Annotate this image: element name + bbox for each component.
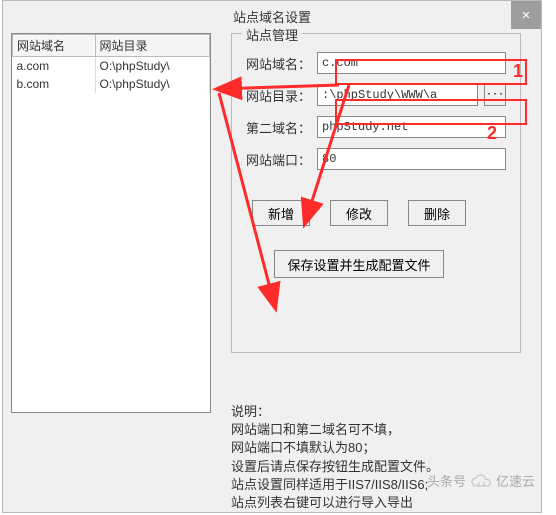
table-row[interactable]: a.com O:\phpStudy\ — [13, 57, 210, 76]
modify-button[interactable]: 修改 — [330, 200, 388, 226]
note-line: 站点列表右键可以进行导入导出 — [231, 494, 533, 512]
table-header-row: 网站域名 网站目录 — [13, 35, 210, 57]
watermark: 头条号 亿速云 — [427, 471, 535, 490]
col-domain[interactable]: 网站域名 — [13, 35, 96, 57]
second-domain-label: 第二域名： — [246, 118, 311, 137]
note-line: 网站端口和第二域名可不填， — [231, 421, 533, 439]
dialog-title: 站点域名设置 — [233, 7, 311, 26]
watermark-brand: 亿速云 — [496, 471, 535, 490]
table-row[interactable]: b.com O:\phpStudy\ — [13, 75, 210, 93]
site-admin-group: 站点管理 网站域名： 网站目录： ··· 第二域名： 网站端口： — [231, 33, 521, 353]
note-line: 说明： — [231, 403, 533, 421]
notes-block: 说明： 网站端口和第二域名可不填， 网站端口不填默认为80； 设置后请点保存按钮… — [231, 403, 533, 512]
close-button[interactable]: × — [511, 1, 541, 29]
note-line: 网站端口不填默认为80； — [231, 439, 533, 457]
domain-table[interactable]: 网站域名 网站目录 a.com O:\phpStudy\ b.com O:\ph… — [11, 33, 211, 413]
port-input[interactable] — [317, 148, 506, 170]
delete-button[interactable]: 删除 — [408, 200, 466, 226]
cloud-icon — [470, 473, 492, 489]
domain-label: 网站域名： — [246, 54, 311, 73]
dir-input[interactable] — [317, 84, 478, 106]
browse-button[interactable]: ··· — [484, 84, 506, 106]
dir-label: 网站目录： — [246, 86, 311, 105]
port-label: 网站端口： — [246, 150, 311, 169]
col-dir[interactable]: 网站目录 — [95, 35, 209, 57]
second-domain-input[interactable] — [317, 116, 506, 138]
add-button[interactable]: 新增 — [252, 200, 310, 226]
group-legend: 站点管理 — [242, 25, 302, 44]
domain-input[interactable] — [317, 52, 506, 74]
watermark-prefix: 头条号 — [427, 471, 466, 490]
save-config-button[interactable]: 保存设置并生成配置文件 — [274, 250, 444, 278]
